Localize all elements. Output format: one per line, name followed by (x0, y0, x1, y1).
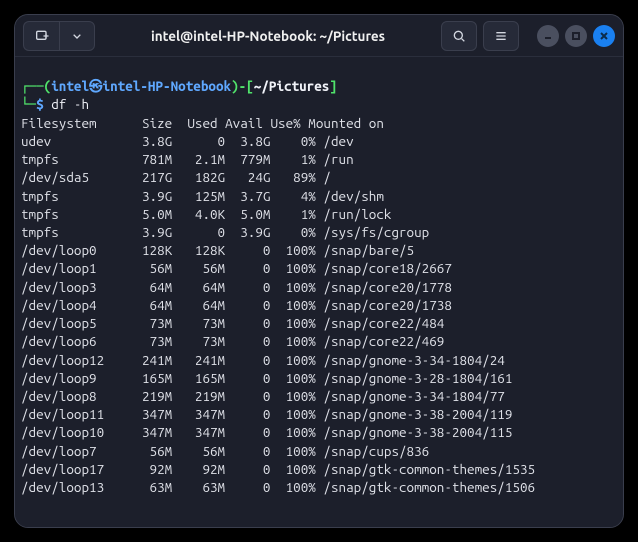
df-output-block: Filesystem Size Used Avail Use% Mounted … (21, 115, 535, 495)
new-tab-button[interactable] (23, 21, 59, 51)
new-tab-icon (34, 28, 50, 44)
close-icon (599, 31, 609, 41)
close-button[interactable] (593, 25, 615, 47)
titlebar: intel@intel-HP-Notebook: ~/Pictures (15, 15, 623, 57)
terminal-window: intel@intel-HP-Notebook: ~/Pictures ┌──(… (14, 14, 624, 528)
terminal-output[interactable]: ┌──(intel㉿intel-HP-Notebook)-[~/Pictures… (15, 57, 623, 527)
search-button[interactable] (441, 21, 477, 51)
maximize-button[interactable] (565, 25, 587, 47)
command-text: df -h (51, 96, 89, 112)
tab-dropdown-button[interactable] (59, 21, 95, 51)
prompt-path: ~/Pictures (254, 78, 330, 94)
maximize-icon (571, 31, 581, 41)
window-title: intel@intel-HP-Notebook: ~/Pictures (101, 28, 435, 44)
minimize-button[interactable] (537, 25, 559, 47)
search-icon (451, 28, 467, 44)
chevron-down-icon (69, 28, 85, 44)
minimize-icon (543, 31, 553, 41)
prompt-userhost: intel㉿intel-HP-Notebook (51, 78, 231, 94)
header-actions (441, 21, 615, 51)
hamburger-icon (493, 28, 509, 44)
menu-button[interactable] (483, 21, 519, 51)
tab-controls (23, 21, 95, 51)
